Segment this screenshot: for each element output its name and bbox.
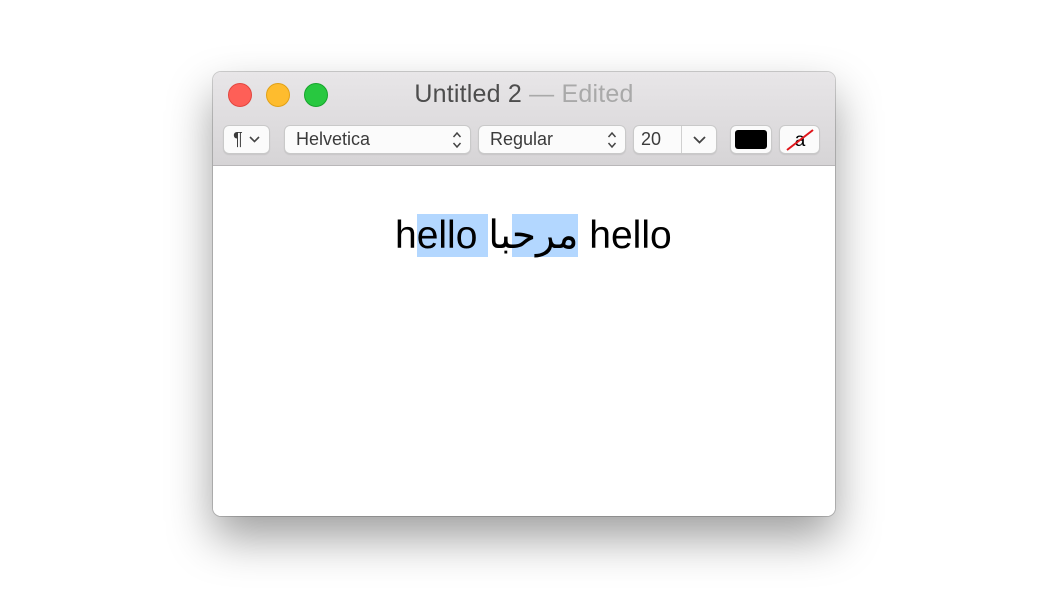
text-run: hello [578,214,672,257]
font-size-combo[interactable]: 20 [633,125,717,154]
up-down-arrows-icon [452,131,462,149]
up-down-arrows-icon [607,131,617,149]
chevron-down-icon [249,136,260,143]
document-text-area[interactable]: hello مرحبا hello [213,166,835,516]
text-color-swatch [735,130,767,149]
no-background-color-icon: a [785,128,814,151]
chevron-down-icon [692,135,706,144]
title-separator: — [522,80,562,108]
font-family-popup[interactable]: Helvetica [284,125,471,154]
text-color-well[interactable] [730,125,772,154]
font-family-value: Helvetica [296,129,371,149]
text-run: با [488,214,512,257]
font-style-popup[interactable]: Regular [478,125,626,154]
edited-status: Edited [561,80,634,108]
textedit-window: Untitled 2 — Edited ¶ Helvetica Regular … [213,72,835,516]
font-size-dropdown-button[interactable] [682,135,716,144]
font-style-value: Regular [490,129,554,149]
pilcrow-icon: ¶ [233,129,243,149]
window-title: Untitled 2 — Edited [213,80,835,109]
text-run: h [395,214,417,257]
document-name: Untitled 2 [414,80,523,108]
font-size-input[interactable]: 20 [634,126,682,153]
text-line[interactable]: hello مرحبا hello [395,209,672,262]
background-color-well[interactable]: a [779,125,820,154]
paragraph-style-popup[interactable]: ¶ [223,125,270,154]
title-bar[interactable]: Untitled 2 — Edited ¶ Helvetica Regular … [213,72,835,166]
